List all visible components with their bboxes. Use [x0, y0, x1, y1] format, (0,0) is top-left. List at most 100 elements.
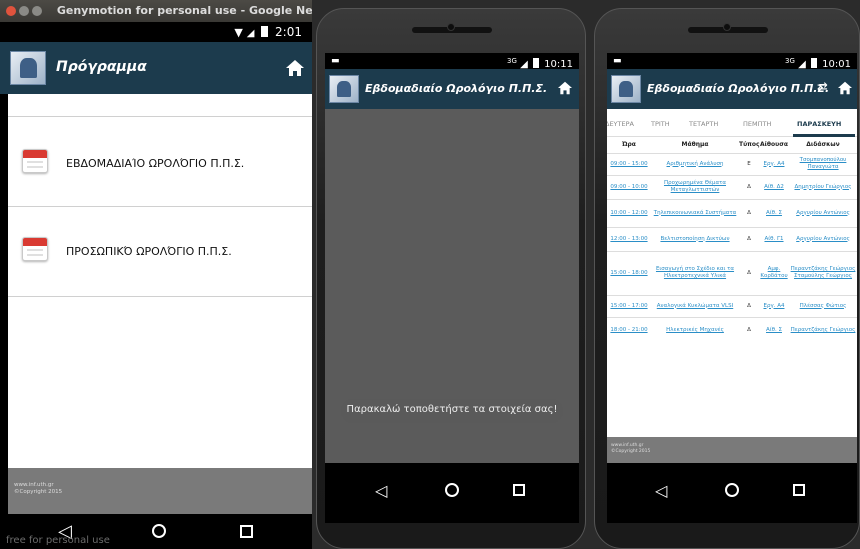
footer-copyright: ©Copyright 2015	[611, 449, 651, 454]
camera	[723, 23, 731, 31]
table-row[interactable]: 12:00 - 13:00 Βελτιστοποίηση Δικτύων Δ Αίθ.…	[607, 226, 857, 251]
table-cell[interactable]: Τσομπανοπούλου Παναγιώτα	[789, 152, 857, 175]
table-cell[interactable]: Προχωρημένα Θέματα Μεταγλωττιστών	[651, 174, 739, 199]
table-cell[interactable]: Εργ. Α4	[759, 294, 789, 317]
day-tabs: ΔΕΥΤΕΡΑ ΤΡΙΤΗ ΤΕΤΑΡΤΗ ΠΕΜΠΤΗ ΠΑΡΑΣΚΕΥΗ	[607, 109, 857, 137]
table-cell[interactable]: Αριθμητική Ανάλυση	[651, 152, 739, 175]
table-row[interactable]: 09:00 - 15:00 Αριθμητική Ανάλυση Ε Εργ. Α4 Τ…	[607, 152, 857, 175]
table-cell[interactable]: 10:00 - 12:00	[607, 198, 651, 227]
table-cell[interactable]: Αργυρίου Αντώνιος	[789, 226, 857, 251]
swap-icon[interactable]: ⇄	[817, 80, 828, 95]
home-icon[interactable]	[557, 81, 573, 95]
table-cell[interactable]: 18:00 - 21:00	[607, 316, 651, 343]
table-cell[interactable]: Περαντζάκης Γεώργιος Σταμούλης Γεώργιος	[789, 250, 857, 295]
table-row[interactable]: 15:00 - 18:00 Εισαγωγή στο Σχέδιο και τα …	[607, 250, 857, 295]
table-cell[interactable]: Αμφ. Κορδάτου	[759, 250, 789, 295]
table-cell[interactable]: Εργ. Α4	[759, 152, 789, 175]
table-cell: Ε	[739, 152, 759, 175]
close-window-button[interactable]	[6, 6, 16, 16]
table-cell[interactable]: Πλέσσας Φώτιος	[789, 294, 857, 317]
tab-thursday[interactable]: ΠΕΜΠΤΗ	[743, 120, 771, 128]
table-cell[interactable]: Ηλεκτρικές Μηχανές	[651, 316, 739, 343]
signal-icon: ◢	[246, 28, 255, 39]
window-titlebar: Genymotion for personal use - Google Nex…	[0, 0, 312, 22]
camera	[447, 23, 455, 31]
table-row[interactable]: 18:00 - 21:00 Ηλεκτρικές Μηχανές Δ Αίθ. Σ Πε…	[607, 316, 857, 343]
notification-icon: ▬	[613, 56, 622, 66]
minimize-window-button[interactable]	[19, 6, 29, 16]
schedule-table-container: Ώρα Μάθημα Τύπος Αίθουσα Διδάσκων 09:00 …	[607, 137, 857, 403]
university-logo	[329, 75, 359, 103]
table-cell[interactable]: 09:00 - 10:00	[607, 174, 651, 199]
footer: www.inf.uth.gr ©Copyright 2015	[607, 437, 857, 463]
column-header: Μάθημα	[681, 141, 709, 149]
menu-item-personal-schedule[interactable]: ΠΡΟΣΩΠΙΚΌ ΩΡΟΛΌΓΙΟ Π.Π.Σ.	[8, 207, 312, 295]
app-title: Πρόγραμμα	[56, 59, 147, 75]
footer: www.inf.uth.gr ©Copyright 2015	[8, 468, 312, 514]
home-button[interactable]	[152, 524, 166, 538]
navigation-bar: ◁	[607, 463, 857, 523]
tab-monday[interactable]: ΔΕΥΤΕΡΑ	[607, 120, 634, 128]
university-logo	[611, 75, 641, 103]
calendar-icon	[22, 237, 48, 261]
table-cell: Δ	[739, 316, 759, 343]
status-time: 2:01	[275, 25, 302, 39]
battery-icon	[261, 26, 269, 37]
table-cell: Δ	[739, 198, 759, 227]
window-controls	[6, 0, 45, 22]
genymotion-window: Genymotion for personal use - Google Nex…	[0, 0, 312, 549]
column-header: Τύπος	[739, 141, 760, 149]
back-button[interactable]: ◁	[375, 481, 387, 500]
tab-friday[interactable]: ΠΑΡΑΣΚΕΥΗ	[797, 120, 841, 128]
home-button[interactable]	[725, 483, 739, 497]
action-bar: Εβδομαδιαίο Ωρολόγιο Π.Π.Σ.	[325, 69, 579, 109]
battery-icon	[532, 58, 539, 68]
recents-button[interactable]	[240, 525, 253, 538]
maximize-window-button[interactable]	[32, 6, 42, 16]
table-cell[interactable]: Βελτιστοποίηση Δικτύων	[651, 226, 739, 251]
table-spacer	[607, 403, 857, 437]
app-title: Εβδομαδιαίο Ωρολόγιο Π.Π.Σ.	[647, 82, 830, 95]
tab-tuesday[interactable]: ΤΡΙΤΗ	[651, 120, 670, 128]
table-cell[interactable]: Αίθ. Σ	[759, 198, 789, 227]
wifi-icon: ▼	[234, 26, 243, 39]
home-button[interactable]	[445, 483, 459, 497]
table-row[interactable]: 15:00 - 17:00 Αναλογικά Κυκλώματα VLSI Δ Ερ…	[607, 294, 857, 317]
back-button[interactable]: ◁	[655, 481, 667, 500]
status-bar: ▬ 3G ◢ 10:11	[325, 53, 579, 70]
home-icon[interactable]	[285, 59, 305, 77]
table-cell[interactable]: Περαντζάκης Γεώργιος	[789, 316, 857, 343]
menu-item-label: ΕΒΔΟΜΑΔΙΑΊΟ ΩΡΟΛΌΓΙΟ Π.Π.Σ.	[66, 157, 245, 170]
table-cell[interactable]: 12:00 - 13:00	[607, 226, 651, 251]
schedule-rows: 09:00 - 15:00 Αριθμητική Ανάλυση Ε Εργ. Α4 Τ…	[607, 152, 857, 343]
recents-button[interactable]	[793, 484, 805, 496]
table-cell[interactable]: 15:00 - 17:00	[607, 294, 651, 317]
table-row[interactable]: 09:00 - 10:00 Προχωρημένα Θέματα Μεταγλωτ…	[607, 174, 857, 199]
column-header: Αίθουσα	[759, 141, 789, 149]
table-cell[interactable]: Τηλεπικοινωνιακά Συστήματα	[651, 198, 739, 227]
menu-item-label: ΠΡΟΣΩΠΙΚΌ ΩΡΟΛΌΓΙΟ Π.Π.Σ.	[66, 245, 232, 258]
recents-button[interactable]	[513, 484, 525, 496]
phone-screen: ▬ 3G ◢ 10:11 Εβδομαδιαίο Ωρολόγιο Π.Π.Σ.…	[325, 53, 579, 523]
table-cell[interactable]: Αργυρίου Αντώνιος	[789, 198, 857, 227]
table-cell[interactable]: Αναλογικά Κυκλώματα VLSI	[651, 294, 739, 317]
table-cell[interactable]: Αίθ. Γ1	[759, 226, 789, 251]
table-cell[interactable]: 15:00 - 18:00	[607, 250, 651, 295]
table-cell: Δ	[739, 226, 759, 251]
table-cell[interactable]: Αίθ. Σ	[759, 316, 789, 343]
table-cell: Δ	[739, 294, 759, 317]
notification-icon: ▬	[331, 56, 340, 66]
table-row[interactable]: 10:00 - 12:00 Τηλεπικοινωνιακά Συστήματα Δ…	[607, 198, 857, 227]
divider	[8, 296, 312, 297]
table-cell[interactable]: 09:00 - 15:00	[607, 152, 651, 175]
table-cell[interactable]: Εισαγωγή στο Σχέδιο και τα Ηλεκτροτεχνικ…	[651, 250, 739, 295]
footer-website: www.inf.uth.gr	[14, 482, 54, 488]
table-cell[interactable]: Αίθ. Δ2	[759, 174, 789, 199]
watermark-text: free for personal use	[6, 535, 110, 546]
home-icon[interactable]	[837, 81, 853, 95]
main-content: ΕΒΔΟΜΑΔΙΑΊΟ ΩΡΟΛΌΓΙΟ Π.Π.Σ. ΠΡΟΣΩΠΙΚΌ ΩΡ…	[8, 94, 312, 514]
menu-item-weekly-schedule[interactable]: ΕΒΔΟΜΑΔΙΑΊΟ ΩΡΟΛΌΓΙΟ Π.Π.Σ.	[8, 117, 312, 205]
table-cell[interactable]: Δημητρίου Γεώργιος	[789, 174, 857, 199]
university-logo	[10, 51, 46, 85]
tab-wednesday[interactable]: ΤΕΤΑΡΤΗ	[689, 120, 718, 128]
